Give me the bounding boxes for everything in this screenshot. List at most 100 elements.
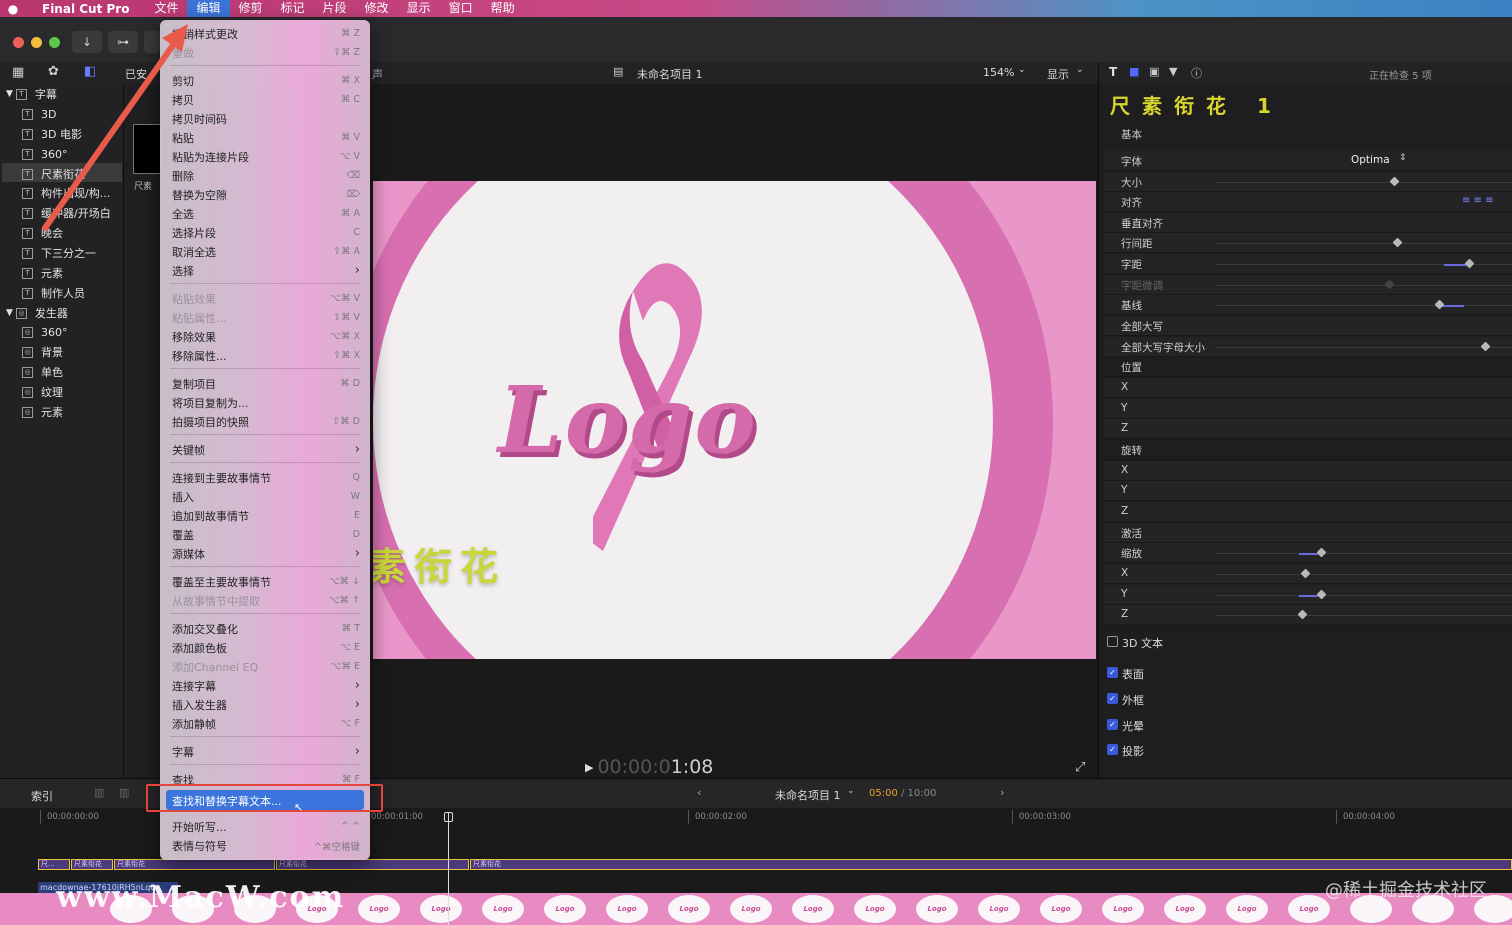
- menu-mark[interactable]: 标记: [272, 0, 314, 17]
- sidebar-item[interactable]: T 缓冲器/开场白: [22, 204, 111, 222]
- title-thumbnail[interactable]: [133, 124, 161, 174]
- menu-item[interactable]: 删除 ⌫: [172, 166, 360, 185]
- checkbox[interactable]: ✓: [1107, 693, 1118, 704]
- menu-item[interactable]: 拷贝时间码: [172, 109, 360, 128]
- menu-item[interactable]: 选择 ›: [172, 261, 360, 280]
- sidebar-item[interactable]: T 尺素衔花: [22, 165, 85, 183]
- inspector-row[interactable]: 对齐 ≡ ≡ ≡: [1104, 192, 1512, 212]
- sidebar-item[interactable]: T 元素: [22, 264, 63, 282]
- menu-item[interactable]: 添加颜色板 ⌥ E: [172, 638, 360, 657]
- menu-item[interactable]: 全选 ⌘ A: [172, 204, 360, 223]
- menu-item[interactable]: 添加Channel EQ ⌥⌘ E: [172, 657, 360, 676]
- media-library-icon[interactable]: ▦: [12, 65, 24, 80]
- menu-item[interactable]: 覆盖至主要故事情节 ⌥⌘ ↓: [172, 572, 360, 591]
- zoom-level[interactable]: 154%: [983, 66, 1014, 79]
- inspector-row[interactable]: Z: [1104, 419, 1512, 439]
- menu-item[interactable]: 表情与符号 ^⌘空格键: [172, 836, 360, 855]
- menu-edit[interactable]: 编辑: [187, 0, 230, 17]
- title-clip[interactable]: 尺素衔花: [114, 859, 275, 870]
- sidebar-item[interactable]: ◎ 360°: [22, 323, 68, 341]
- menu-window[interactable]: 窗口: [440, 0, 482, 17]
- menu-item[interactable]: 重做 ⇧⌘ Z: [172, 43, 360, 62]
- inspector-row[interactable]: 大小: [1104, 172, 1512, 192]
- menu-item[interactable]: 将项目复制为...: [172, 393, 360, 412]
- slider-knob[interactable]: [1389, 176, 1400, 187]
- menu-item[interactable]: 插入 W: [172, 487, 360, 506]
- menu-item[interactable]: 开始听写... ^ ^: [172, 817, 360, 836]
- inspector-row[interactable]: X: [1104, 564, 1512, 584]
- inspector-row[interactable]: 基线: [1104, 295, 1512, 315]
- text-inspector-icon[interactable]: T: [1109, 65, 1117, 79]
- menu-item[interactable]: 粘贴为连接片段 ⌥ V: [172, 147, 360, 166]
- inspector-row[interactable]: 字距: [1104, 254, 1512, 274]
- connect-icon[interactable]: ▥: [119, 786, 129, 799]
- menu-item[interactable]: 移除效果 ⌥⌘ X: [172, 327, 360, 346]
- inspector-row[interactable]: Y: [1104, 585, 1512, 605]
- sidebar-item[interactable]: T 360°: [22, 145, 68, 163]
- sidebar-item[interactable]: T 3D: [22, 105, 56, 123]
- app-name-menu[interactable]: Final Cut Pro: [42, 2, 129, 16]
- menu-item[interactable]: 移除属性... ⇧⌘ X: [172, 346, 360, 365]
- inspector-row[interactable]: 全部大写字母大小: [1104, 337, 1512, 357]
- inspector-row[interactable]: Y: [1104, 481, 1512, 501]
- chevron-down-icon[interactable]: ⌄: [847, 786, 855, 796]
- check-icon[interactable]: [144, 31, 160, 53]
- menu-item[interactable]: 剪切 ⌘ X: [172, 71, 360, 90]
- menu-view[interactable]: 显示: [398, 0, 440, 17]
- close-window-button[interactable]: [13, 37, 24, 48]
- slider-knob[interactable]: [1300, 568, 1311, 579]
- menu-item[interactable]: 拍摄项目的快照 ⇧⌘ D: [172, 412, 360, 431]
- filter-inspector-icon[interactable]: ▼: [1169, 65, 1177, 78]
- menu-item[interactable]: 源媒体 ›: [172, 544, 360, 563]
- menu-item[interactable]: 拷贝 ⌘ C: [172, 90, 360, 109]
- font-row[interactable]: 字体 Optima ⇕: [1104, 151, 1512, 171]
- menu-item[interactable]: 追加到故事情节 E: [172, 506, 360, 525]
- menu-item[interactable]: 从故事情节中提取 ⌥⌘ ↑: [172, 591, 360, 610]
- menu-item[interactable]: 添加交叉叠化 ⌘ T: [172, 619, 360, 638]
- video-inspector-icon[interactable]: ■: [1129, 65, 1139, 78]
- back-chevron-icon[interactable]: ‹: [697, 786, 701, 799]
- sidebar-item[interactable]: ▼ ◎ 发生器: [6, 304, 68, 322]
- timeline-project-title[interactable]: 未命名项目 1: [775, 787, 841, 803]
- sidebar-item[interactable]: T 制作人员: [22, 284, 85, 302]
- inspector-row[interactable]: Y: [1104, 399, 1512, 419]
- menu-help[interactable]: 帮助: [482, 0, 524, 17]
- photos-audio-icon[interactable]: ✿: [48, 64, 59, 79]
- sidebar-item[interactable]: ▼ T 字幕: [6, 85, 57, 103]
- key-icon[interactable]: ⊶: [108, 31, 138, 53]
- title-clip[interactable]: 尺素衔花: [71, 859, 113, 870]
- slider-knob[interactable]: [1434, 299, 1445, 310]
- menu-item[interactable]: 粘贴效果 ⌥⌘ V: [172, 289, 360, 308]
- menu-item[interactable]: 字幕 ›: [172, 742, 360, 761]
- clip-appearance-icon[interactable]: ▥: [94, 786, 104, 799]
- slider-knob[interactable]: [1316, 589, 1327, 600]
- align-buttons[interactable]: ≡ ≡ ≡: [1462, 195, 1494, 206]
- menu-item[interactable]: 连接到主要故事情节 Q: [172, 468, 360, 487]
- inspector-row[interactable]: 垂直对齐: [1104, 213, 1512, 233]
- viewer-image[interactable]: Logo 素衔花: [373, 181, 1096, 659]
- minimize-window-button[interactable]: [31, 37, 42, 48]
- apple-icon[interactable]: ●: [0, 2, 26, 16]
- text3d-checkbox[interactable]: [1107, 636, 1118, 647]
- titles-generators-icon[interactable]: ◧: [84, 64, 96, 79]
- forward-chevron-icon[interactable]: ›: [1000, 786, 1004, 799]
- slider-knob[interactable]: [1297, 609, 1308, 620]
- zoom-window-button[interactable]: [49, 37, 60, 48]
- menu-item[interactable]: 选择片段 C: [172, 223, 360, 242]
- menu-item[interactable]: 插入发生器 ›: [172, 695, 360, 714]
- checkbox[interactable]: ✓: [1107, 744, 1118, 755]
- title-clip[interactable]: 尺...: [38, 859, 70, 870]
- menu-item[interactable]: 复制项目 ⌘ D: [172, 374, 360, 393]
- menu-trim[interactable]: 修剪: [230, 0, 272, 17]
- menu-item[interactable]: 连接字幕 ›: [172, 676, 360, 695]
- menu-item[interactable]: 覆盖 D: [172, 525, 360, 544]
- inspector-row[interactable]: X: [1104, 378, 1512, 398]
- film-inspector-icon[interactable]: ▣: [1149, 65, 1159, 78]
- slider-knob[interactable]: [1316, 547, 1327, 558]
- timecode-display[interactable]: ▶ 00:00:0 1:08: [585, 756, 745, 778]
- menu-item[interactable]: 替换为空隙 ⌦: [172, 185, 360, 204]
- sidebar-item[interactable]: ◎ 背景: [22, 343, 63, 361]
- disclosure-triangle-icon[interactable]: ▼: [6, 89, 13, 99]
- sidebar-item[interactable]: T 晚会: [22, 224, 63, 242]
- sidebar-item[interactable]: ◎ 元素: [22, 403, 63, 421]
